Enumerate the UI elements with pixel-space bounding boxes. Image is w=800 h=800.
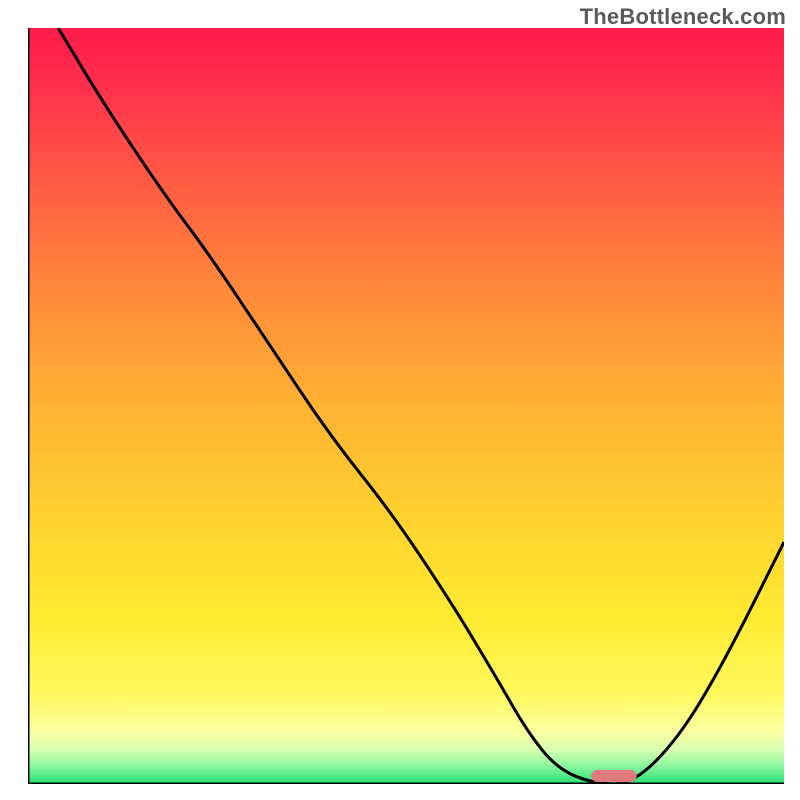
heat-gradient [28, 28, 784, 784]
watermark-text: TheBottleneck.com [580, 4, 786, 30]
bottleneck-chart [28, 28, 784, 784]
optimal-marker [591, 770, 636, 782]
